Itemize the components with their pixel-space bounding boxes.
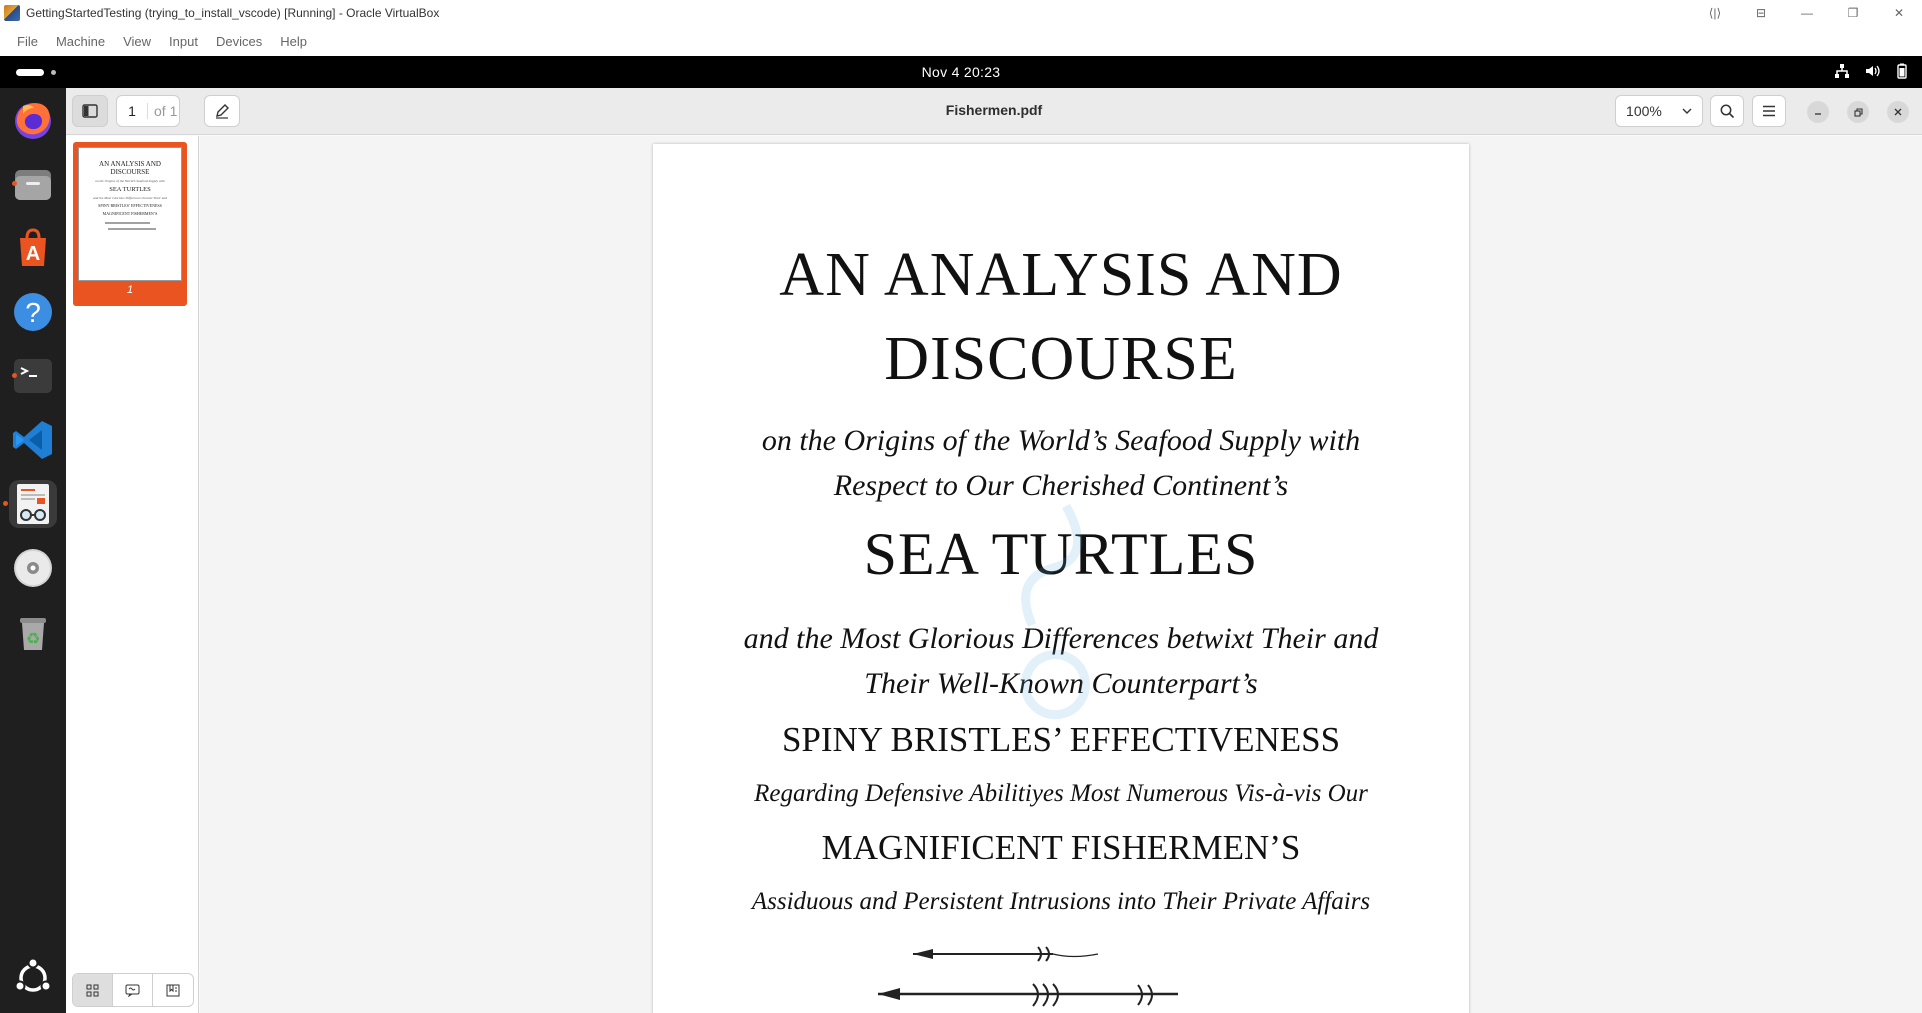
minimize-icon (1815, 113, 1821, 115)
thumbnail-sidebar: AN ANALYSIS AND DISCOURSE on the Origins… (66, 136, 199, 1013)
pdf-subtitle-4: Assiduous and Persistent Intrusions into… (751, 888, 1371, 915)
battery-icon[interactable] (1894, 63, 1910, 79)
pdf-page: AN ANALYSIS AND DISCOURSE on the Origins… (653, 144, 1469, 1013)
grid-icon (86, 984, 99, 996)
tab-thumbnails[interactable] (73, 974, 113, 1006)
close-icon (1894, 108, 1902, 116)
main-menu-button[interactable] (1752, 95, 1786, 127)
menu-view[interactable]: View (123, 34, 151, 49)
menu-input[interactable]: Input (169, 34, 198, 49)
document-view[interactable]: AN ANALYSIS AND DISCOURSE on the Origins… (200, 136, 1922, 1013)
menu-help[interactable]: Help (280, 34, 307, 49)
document-viewer-icon (17, 484, 49, 524)
dock-files[interactable] (9, 160, 57, 208)
search-icon (1720, 104, 1734, 118)
restore-button[interactable] (1847, 101, 1869, 123)
minimize-button[interactable] (1807, 101, 1829, 123)
pdf-subtitle-1-line-1: on the Origins of the World’s Seafood Su… (761, 424, 1361, 457)
guest-screen: Nov 4 20:23 A ? ♻ 1 of 1 Fishermen.pdf 1… (0, 56, 1922, 1013)
sidebar-icon (82, 104, 98, 118)
window-controls: ⟨|⟩ ⊟ — ❐ ✕ (1692, 0, 1922, 26)
disc-icon (14, 549, 52, 587)
thumb-harpoon-illustration (105, 222, 156, 230)
volume-icon[interactable] (1864, 63, 1880, 79)
system-tray[interactable] (1834, 63, 1910, 79)
dock-firefox[interactable] (9, 96, 57, 144)
pdf-title-line-1: AN ANALYSIS AND (779, 241, 1343, 309)
thumb-title: AN ANALYSIS AND DISCOURSE (99, 160, 161, 176)
close-button[interactable] (1887, 101, 1909, 123)
firefox-icon (15, 103, 51, 139)
vbox-menubar: File Machine View Input Devices Help (0, 26, 1922, 56)
vscode-icon (13, 421, 52, 459)
trash-icon: ♻ (20, 618, 46, 650)
thumbnail-page-label: 1 (126, 284, 134, 296)
menu-devices[interactable]: Devices (216, 34, 262, 49)
pencil-icon (216, 104, 229, 119)
menu-machine[interactable]: Machine (56, 34, 105, 49)
page-thumbnail-selected[interactable]: AN ANALYSIS AND DISCOURSE on the Origins… (73, 142, 187, 306)
dock: A ? ♻ (0, 88, 66, 1013)
dock-show-apps[interactable] (9, 954, 57, 1002)
dock-vscode[interactable] (9, 416, 57, 464)
thumb-heading: SEA TURTLES (109, 186, 151, 193)
maximize-window-button[interactable]: ❐ (1830, 0, 1876, 26)
annotate-button[interactable] (204, 95, 240, 127)
restore-icon (1853, 107, 1863, 117)
running-indicator (12, 181, 17, 186)
zoom-level: 100% (1626, 103, 1662, 119)
close-window-button[interactable]: ✕ (1876, 0, 1922, 26)
virtualbox-app-icon (4, 5, 20, 21)
clock[interactable]: Nov 4 20:23 (0, 64, 1922, 80)
chevron-down-icon (1682, 108, 1692, 114)
svg-text:♻: ♻ (26, 629, 40, 648)
svg-text:?: ? (25, 297, 41, 328)
running-indicator (12, 373, 17, 378)
pdf-subtitle-3: Regarding Defensive Abilitiyes Most Nume… (754, 780, 1368, 807)
minimize-window-button[interactable]: — (1784, 0, 1830, 26)
page-thumbnail-image: AN ANALYSIS AND DISCOURSE on the Origins… (78, 147, 182, 281)
thumb-heading-3: SPINY BRISTLES’ EFFECTIVENESS (98, 203, 162, 208)
split-view-icon[interactable]: ⟨|⟩ (1692, 0, 1738, 26)
thumb-heading-4: MAGNIFICENT FISHERMEN’S (102, 211, 158, 216)
harpoon-illustration (878, 946, 1178, 1007)
dock-document-viewer[interactable] (3, 480, 57, 528)
thumb-subtitle: on the Origins of the World’s Seafood Su… (95, 179, 165, 183)
page-navigation: 1 of 1 (116, 95, 180, 127)
dock-trash[interactable]: ♻ (9, 608, 57, 656)
sidebar-toggle-button[interactable] (72, 95, 108, 127)
pdf-heading-fishermen: MAGNIFICENT FISHERMEN’S (821, 828, 1301, 867)
sidebar-view-tabs (72, 973, 194, 1007)
tab-bookmarks[interactable] (153, 974, 193, 1006)
page-total-label: of 1 (147, 103, 177, 119)
tab-annotations[interactable] (113, 974, 153, 1006)
page-number-input[interactable]: 1 (117, 103, 147, 119)
dock-terminal[interactable] (9, 352, 57, 400)
thumb-subtitle-2: and the Most Glorious Differences betwix… (92, 196, 168, 200)
pdf-title-line-2: DISCOURSE (884, 325, 1238, 393)
app-center-icon: A (20, 228, 46, 266)
ubuntu-show-apps-icon (14, 958, 52, 992)
help-icon: ? (14, 293, 52, 331)
search-button[interactable] (1710, 95, 1744, 127)
vbox-titlebar: GettingStartedTesting (trying_to_install… (0, 0, 1922, 26)
viewer-header-bar: 1 of 1 Fishermen.pdf 100% (66, 88, 1922, 135)
annotation-icon (125, 984, 140, 997)
gnome-top-bar: Nov 4 20:23 (0, 56, 1922, 88)
files-icon (15, 170, 51, 200)
zoom-dropdown[interactable]: 100% (1615, 95, 1703, 127)
terminal-icon (14, 359, 52, 393)
dock-app-center[interactable]: A (9, 224, 57, 272)
document-viewer-window: 1 of 1 Fishermen.pdf 100% AN ANALYSIS AN… (66, 88, 1922, 1013)
dock-help[interactable]: ? (9, 288, 57, 336)
svg-text:A: A (26, 243, 40, 265)
bookmarks-icon (166, 984, 180, 996)
dock-disc[interactable] (9, 544, 57, 592)
network-icon[interactable] (1834, 63, 1850, 79)
window-title: GettingStartedTesting (trying_to_install… (26, 6, 440, 20)
scale-mode-icon[interactable]: ⊟ (1738, 0, 1784, 26)
running-indicator (3, 501, 8, 506)
hamburger-menu-icon (1763, 105, 1775, 117)
menu-file[interactable]: File (17, 34, 38, 49)
